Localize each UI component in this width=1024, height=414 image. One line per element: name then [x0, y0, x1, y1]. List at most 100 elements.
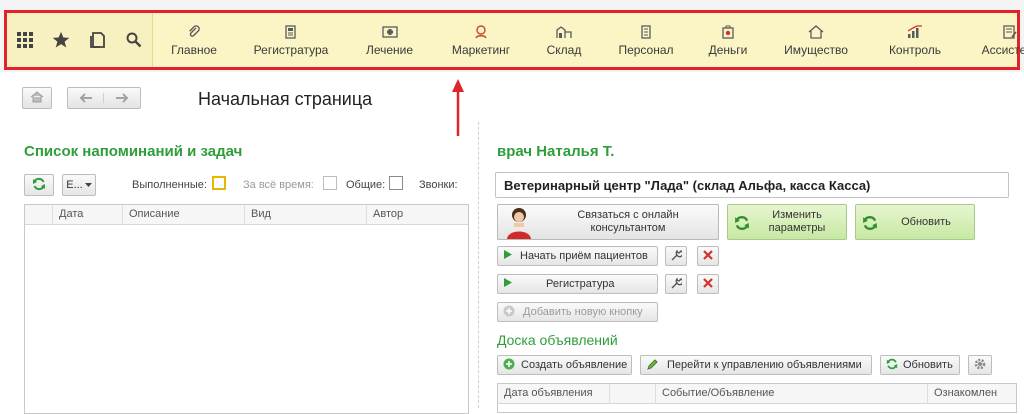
control-icon: [907, 24, 923, 40]
section-label: Ассистент: [981, 42, 1024, 57]
column-date[interactable]: Дата: [53, 205, 123, 224]
contact-consultant-button[interactable]: Связаться с онлайн консультантом: [497, 204, 719, 240]
apps-grid-icon[interactable]: [11, 26, 39, 54]
section-label: Контроль: [888, 42, 942, 57]
section-panel-highlight: Главное Регистратура Лечение Маркетинг С…: [4, 10, 1024, 70]
treatment-icon: [381, 24, 398, 40]
create-announcement-button[interactable]: Создать объявление: [497, 355, 632, 375]
refresh-icon: [886, 358, 898, 373]
section-panel: Главное Регистратура Лечение Маркетинг С…: [0, 0, 1024, 72]
announcements-table[interactable]: Дата объявления Событие/Объявление Ознак…: [497, 383, 1017, 413]
close-icon: [703, 249, 713, 263]
section-staff[interactable]: Персонал: [598, 13, 694, 67]
wrench-icon: [670, 249, 684, 264]
forward-arrow-icon[interactable]: [104, 93, 140, 103]
add-new-button[interactable]: Добавить новую кнопку: [497, 302, 658, 322]
section-main[interactable]: Главное: [153, 13, 235, 67]
column-author[interactable]: Автор: [367, 205, 468, 224]
dropdown-label: Е...: [66, 179, 83, 191]
gear-icon: [973, 357, 987, 374]
delete-button[interactable]: [697, 246, 719, 266]
section-label: Склад: [546, 42, 582, 57]
section-money[interactable]: Деньги: [694, 13, 762, 67]
plus-circle-icon: [503, 305, 515, 320]
announcements-table-header: Дата объявления Событие/Объявление Ознак…: [498, 384, 1016, 404]
registry-shortcut-button[interactable]: Регистратура: [497, 274, 658, 294]
section-treatment[interactable]: Лечение: [347, 13, 432, 67]
section-label: Маркетинг: [451, 42, 511, 57]
refresh-icon: [862, 215, 878, 235]
manage-announcements-button[interactable]: Перейти к управлению объявлениями: [640, 355, 872, 375]
common-filter-label: Общие:: [346, 179, 386, 191]
refresh-icon: [734, 215, 750, 235]
section-control[interactable]: Контроль: [870, 13, 960, 67]
board-refresh-button[interactable]: Обновить: [880, 355, 960, 375]
home-icon: [30, 90, 44, 106]
add-new-label: Добавить новую кнопку: [523, 306, 643, 318]
play-icon: [504, 250, 512, 262]
board-refresh-label: Обновить: [903, 359, 953, 371]
warehouse-icon: [556, 24, 572, 40]
manage-announcements-label: Перейти к управлению объявлениями: [667, 359, 862, 371]
column-announcement-date[interactable]: Дата объявления: [498, 384, 610, 403]
tasks-table-header: Дата Описание Вид Автор: [25, 205, 468, 225]
section-warehouse[interactable]: Склад: [530, 13, 598, 67]
section-marketing[interactable]: Маркетинг: [432, 13, 530, 67]
organization-field[interactable]: Ветеринарный центр "Лада" (склад Альфа, …: [495, 172, 1009, 198]
staff-icon: [638, 24, 654, 40]
favorites-star-icon[interactable]: [47, 26, 75, 54]
section-label: Персонал: [618, 42, 674, 57]
refresh-label: Обновить: [901, 215, 951, 228]
common-filter-checkbox[interactable]: [389, 176, 403, 190]
column-type[interactable]: Вид: [245, 205, 367, 224]
all-time-filter-label: За всё время:: [243, 179, 314, 191]
registry-shortcut-label: Регистратура: [546, 278, 615, 290]
history-icon[interactable]: [84, 26, 112, 54]
property-icon: [808, 24, 824, 40]
change-params-label: Изменить параметры: [768, 209, 826, 234]
board-settings-button[interactable]: [968, 355, 992, 375]
chevron-down-icon: [84, 179, 92, 191]
create-announcement-label: Создать объявление: [521, 359, 628, 371]
toolbar-quick-icons: [7, 13, 153, 67]
home-button[interactable]: [22, 87, 52, 109]
marketing-icon: [473, 24, 489, 40]
panel-divider: [478, 122, 479, 408]
section-property[interactable]: Имущество: [762, 13, 870, 67]
assistant-icon: [1002, 24, 1018, 40]
all-time-filter-checkbox[interactable]: [323, 176, 337, 190]
edit-button[interactable]: [665, 274, 687, 294]
edit-button[interactable]: [665, 246, 687, 266]
paperclip-icon: [187, 24, 201, 40]
row-marker-column: [25, 205, 53, 224]
contact-consultant-label: Связаться с онлайн консультантом: [577, 209, 679, 234]
section-registry[interactable]: Регистратура: [235, 13, 347, 67]
done-filter-checkbox[interactable]: [212, 176, 226, 190]
refresh-icon: [32, 177, 46, 194]
section-label: Главное: [171, 42, 217, 57]
delete-button[interactable]: [697, 274, 719, 294]
column-blank[interactable]: [610, 384, 656, 403]
play-icon: [504, 278, 512, 290]
tasks-title: Список напоминаний и задач: [24, 143, 243, 160]
section-label: Деньги: [708, 42, 748, 57]
column-description[interactable]: Описание: [123, 205, 245, 224]
tasks-table[interactable]: Дата Описание Вид Автор: [24, 204, 469, 414]
annotation-arrow-icon: [452, 79, 464, 136]
plus-circle-icon: [503, 358, 515, 373]
consultant-avatar-icon: [504, 205, 534, 243]
tasks-refresh-button[interactable]: [24, 174, 54, 196]
board-title: Доска объявлений: [497, 332, 618, 348]
back-arrow-icon[interactable]: [68, 93, 104, 103]
refresh-button[interactable]: Обновить: [855, 204, 975, 240]
search-icon[interactable]: [120, 26, 148, 54]
change-params-button[interactable]: Изменить параметры: [727, 204, 847, 240]
column-acknowledged[interactable]: Ознакомлен: [928, 384, 1016, 403]
close-icon: [703, 277, 713, 291]
registry-icon: [283, 24, 299, 40]
start-reception-button[interactable]: Начать приём пациентов: [497, 246, 658, 266]
calls-filter-label: Звонки:: [419, 179, 458, 191]
column-event[interactable]: Событие/Объявление: [656, 384, 928, 403]
section-assistant[interactable]: Ассистент: [960, 13, 1024, 67]
tasks-type-dropdown[interactable]: Е...: [62, 174, 96, 196]
